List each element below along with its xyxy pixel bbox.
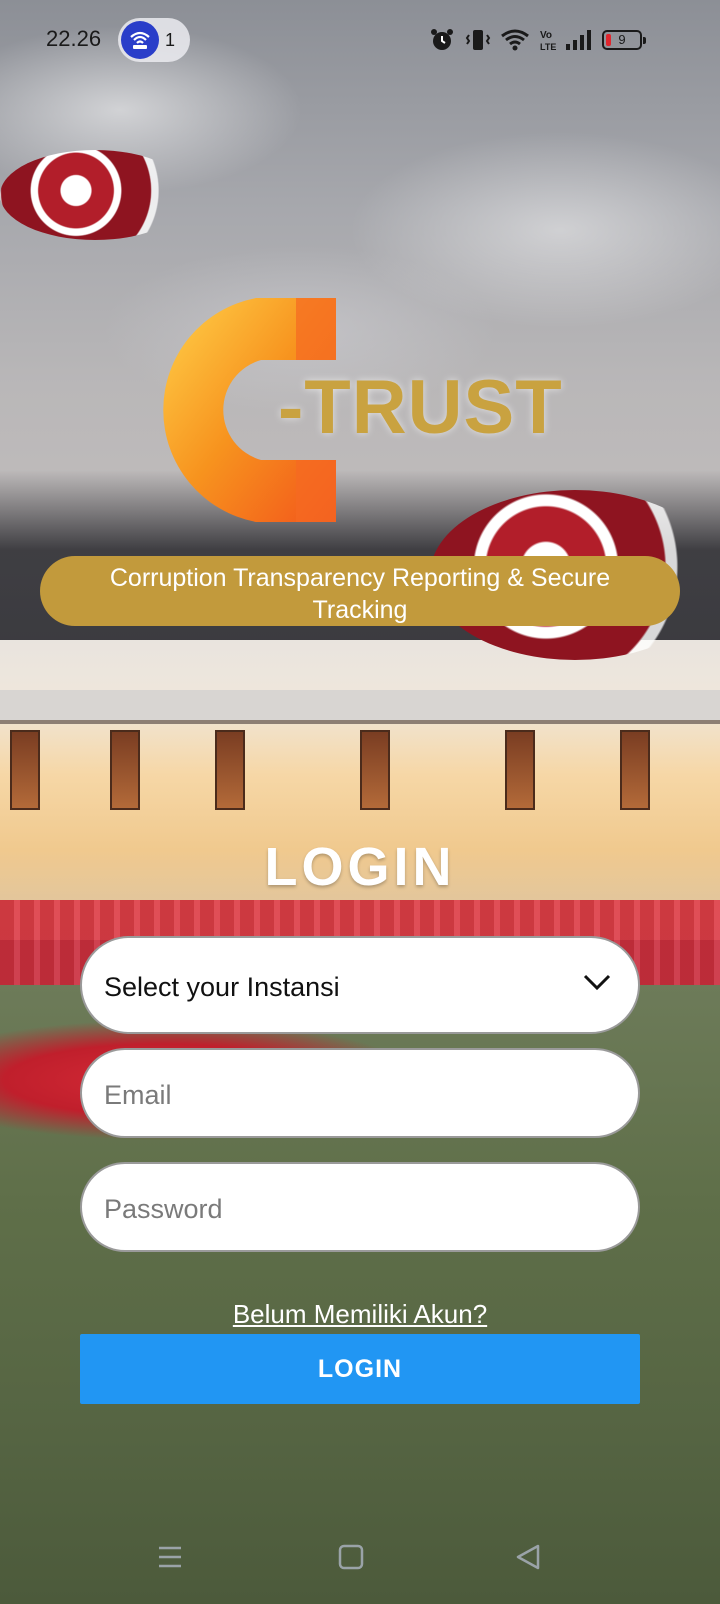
palace-window <box>505 730 535 810</box>
status-bar: 22.26 1 Vo LTE 9 <box>0 0 720 82</box>
palace-window <box>360 730 390 810</box>
app-tagline: Corruption Transparency Reporting & Secu… <box>40 556 680 626</box>
navigation-bar <box>0 1530 720 1590</box>
battery-level: 9 <box>618 32 626 47</box>
alarm-icon <box>431 29 453 50</box>
palace-window <box>215 730 245 810</box>
home-icon[interactable] <box>337 1542 365 1572</box>
chevron-down-icon <box>583 974 611 991</box>
menu-icon[interactable] <box>156 1542 184 1572</box>
logo-text: -TRUST <box>278 365 563 450</box>
hotspot-indicator[interactable]: 1 <box>118 18 190 62</box>
email-field[interactable]: Email <box>80 1048 640 1138</box>
svg-text:LTE: LTE <box>540 42 556 52</box>
email-placeholder: Email <box>104 1080 172 1110</box>
instansi-select[interactable]: Select your Instansi <box>80 936 640 1034</box>
palace-window <box>620 730 650 810</box>
password-field[interactable]: Password <box>80 1162 640 1252</box>
battery-icon: 9 <box>602 30 646 50</box>
instansi-select-value: Select your Instansi <box>104 972 340 1002</box>
hotspot-count: 1 <box>165 30 176 50</box>
palace-window <box>110 730 140 810</box>
vibrate-icon <box>465 30 491 50</box>
signup-link[interactable]: Belum Memiliki Akun? <box>0 1299 720 1330</box>
cloud-ornament-icon <box>0 150 190 240</box>
login-title: LOGIN <box>264 837 456 897</box>
svg-text:Vo: Vo <box>540 30 552 41</box>
status-time: 22.26 <box>46 26 102 51</box>
hotspot-icon <box>121 21 159 59</box>
back-icon[interactable] <box>514 1542 542 1572</box>
signal-icon <box>566 30 591 50</box>
wifi-icon <box>501 29 529 51</box>
login-button[interactable]: LOGIN <box>80 1334 640 1404</box>
palace-roofline <box>0 690 720 724</box>
volte-icon: Vo LTE <box>540 30 556 52</box>
password-placeholder: Password <box>104 1194 223 1224</box>
palace-window <box>10 730 40 810</box>
